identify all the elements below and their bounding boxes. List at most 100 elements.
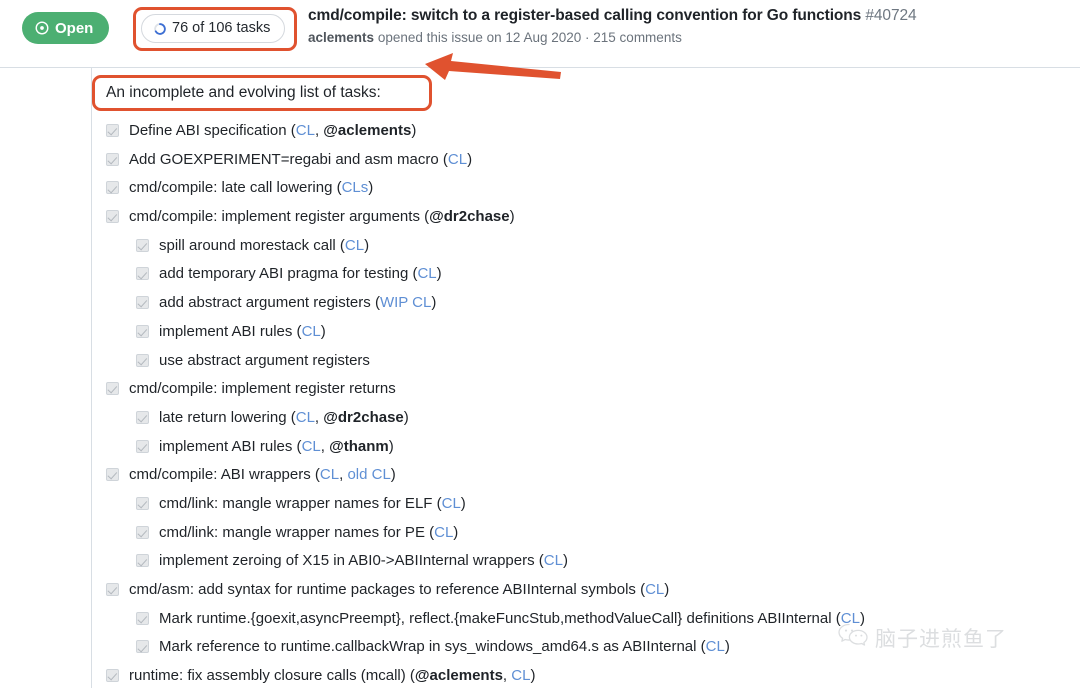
issue-header: Open 76 of 106 tasks cmd/compile: switch… — [0, 0, 1080, 68]
task-text-segment: implement ABI rules ( — [159, 322, 302, 340]
task-link[interactable]: CL — [706, 638, 725, 655]
task-text-segment: ) — [431, 294, 437, 312]
task-item: late return lowering (CL, @dr2chase) — [106, 408, 1066, 437]
task-text-segment: ) — [320, 322, 326, 340]
task-text-segment: cmd/compile: late call lowering ( — [129, 179, 342, 197]
task-text-segment: Mark runtime.{goexit,asyncPreempt}, refl… — [159, 609, 841, 627]
task-checkbox[interactable] — [136, 611, 149, 625]
task-item: use abstract argument registers — [106, 351, 1066, 380]
task-item: implement ABI rules (CL) — [106, 322, 1066, 351]
task-item: runtime: fix assembly closure calls (mca… — [106, 666, 1066, 695]
task-text-segment: ) — [509, 208, 515, 226]
issue-open-icon — [35, 21, 49, 35]
issue-number: #40724 — [865, 7, 917, 24]
task-link[interactable]: CL — [417, 265, 436, 282]
task-link[interactable]: CL — [296, 122, 315, 139]
task-label: cmd/link: mangle wrapper names for PE (C… — [159, 523, 458, 543]
user-mention[interactable]: @dr2chase — [323, 409, 404, 426]
task-text-segment: , — [314, 408, 324, 426]
task-link[interactable]: WIP CL — [380, 294, 431, 311]
task-checkbox[interactable] — [106, 210, 119, 224]
task-label: cmd/asm: add syntax for runtime packages… — [129, 580, 669, 600]
task-checkbox[interactable] — [106, 152, 119, 166]
task-text-segment: cmd/asm: add syntax for runtime packages… — [129, 581, 646, 598]
task-checkbox[interactable] — [136, 353, 149, 367]
task-text-segment: add abstract argument registers ( — [159, 294, 380, 312]
issue-state-label: Open — [55, 19, 94, 37]
task-checkbox[interactable] — [106, 583, 119, 596]
task-checkbox[interactable] — [136, 324, 149, 338]
task-link[interactable]: CL — [841, 610, 860, 627]
task-label: implement ABI rules (CL, @thanm) — [159, 437, 394, 457]
task-link[interactable]: CL — [511, 667, 530, 684]
task-text-segment: , — [502, 667, 512, 685]
task-progress-label: 76 of 106 tasks — [172, 20, 271, 37]
task-link[interactable]: CL — [302, 323, 321, 340]
issue-body: An incomplete and evolving list of tasks… — [0, 68, 1080, 688]
user-mention[interactable]: @thanm — [329, 438, 389, 455]
task-text-segment: late return lowering ( — [159, 408, 296, 426]
task-text-segment: ) — [562, 552, 568, 570]
task-item: implement ABI rules (CL, @thanm) — [106, 437, 1066, 466]
task-checkbox[interactable] — [106, 468, 119, 482]
task-link[interactable]: CL — [544, 552, 563, 569]
task-item: add temporary ABI pragma for testing (CL… — [106, 264, 1066, 293]
task-link[interactable]: CLs — [342, 179, 369, 196]
issue-meta-action: opened this issue on — [377, 30, 502, 45]
user-mention[interactable]: @aclements — [415, 667, 503, 684]
task-text-segment: ) — [364, 236, 370, 254]
task-link[interactable]: CL — [645, 581, 664, 598]
task-text-segment: ) — [467, 150, 473, 168]
task-label: cmd/compile: late call lowering (CLs) — [129, 178, 373, 198]
task-checkbox[interactable] — [106, 181, 119, 195]
task-label: Mark runtime.{goexit,asyncPreempt}, refl… — [159, 609, 865, 629]
task-text-segment: ) — [859, 609, 865, 627]
issue-meta-date: 12 Aug 2020 — [505, 30, 582, 45]
issue-state-badge[interactable]: Open — [22, 12, 110, 44]
task-checkbox[interactable] — [136, 410, 149, 424]
task-text-segment: cmd/link: mangle wrapper names for ELF ( — [159, 494, 442, 512]
task-link[interactable]: CL — [442, 495, 461, 512]
task-text-segment: Mark reference to runtime.callbackWrap i… — [159, 638, 706, 656]
task-checkbox[interactable] — [106, 124, 119, 137]
task-label: implement zeroing of X15 in ABI0->ABIInt… — [159, 551, 568, 571]
task-label: implement ABI rules (CL) — [159, 322, 326, 342]
task-checkbox[interactable] — [136, 496, 149, 510]
task-item: add abstract argument registers (WIP CL) — [106, 293, 1066, 322]
task-checkbox[interactable] — [106, 382, 119, 396]
task-progress-pill[interactable]: 76 of 106 tasks — [141, 14, 286, 43]
task-link[interactable]: CL — [296, 409, 315, 426]
task-checkbox[interactable] — [136, 525, 149, 539]
task-text-segment: add temporary ABI pragma for testing ( — [159, 265, 418, 283]
task-text-segment: ) — [530, 667, 536, 685]
task-link[interactable]: CL — [302, 438, 321, 455]
task-text-segment: cmd/compile: ABI wrappers ( — [129, 466, 320, 484]
task-checkbox[interactable] — [136, 554, 149, 568]
task-label: Add GOEXPERIMENT=regabi and asm macro (C… — [129, 150, 472, 170]
task-link[interactable]: old CL — [347, 466, 390, 483]
task-checkbox[interactable] — [136, 267, 149, 281]
page-title: cmd/compile: switch to a register-based … — [308, 6, 1068, 25]
issue-meta: aclements opened this issue on 12 Aug 20… — [308, 30, 1068, 46]
task-link[interactable]: CL — [434, 524, 453, 541]
user-mention[interactable]: @dr2chase — [429, 208, 510, 225]
task-checkbox[interactable] — [136, 439, 149, 453]
task-checkbox[interactable] — [106, 669, 119, 683]
task-item: implement zeroing of X15 in ABI0->ABIInt… — [106, 551, 1066, 580]
task-link[interactable]: CL — [448, 151, 467, 168]
task-text-segment: ) — [390, 466, 396, 484]
issue-author-link[interactable]: aclements — [308, 30, 374, 45]
task-label: spill around morestack call (CL) — [159, 236, 369, 256]
task-text-segment: cmd/compile: implement register returns — [129, 380, 396, 398]
task-text-segment: runtime: fix assembly closure calls (mca… — [129, 667, 415, 685]
task-item: cmd/link: mangle wrapper names for PE (C… — [106, 523, 1066, 552]
task-checkbox[interactable] — [136, 640, 149, 654]
task-checkbox[interactable] — [136, 238, 149, 252]
user-mention[interactable]: @aclements — [323, 122, 411, 139]
task-text-segment: Add GOEXPERIMENT=regabi and asm macro ( — [129, 150, 448, 168]
task-checkbox[interactable] — [136, 296, 149, 310]
task-link[interactable]: CL — [320, 466, 339, 483]
task-list: Define ABI specification (CL, @aclements… — [106, 121, 1066, 695]
task-link[interactable]: CL — [345, 237, 364, 254]
progress-circle-icon — [153, 22, 167, 36]
